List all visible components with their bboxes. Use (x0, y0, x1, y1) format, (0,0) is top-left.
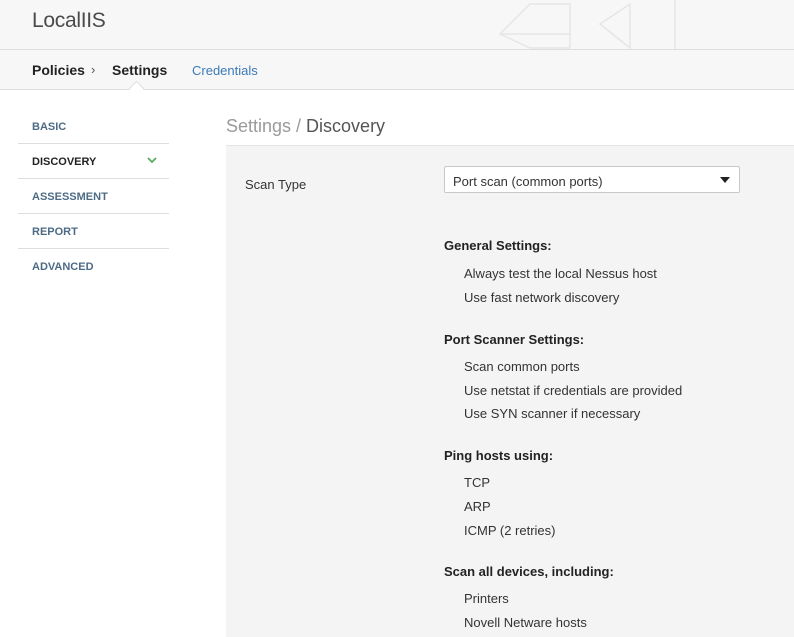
tab-credentials[interactable]: Credentials (192, 63, 258, 78)
sidebar-item-label: DISCOVERY (32, 156, 97, 168)
page-title-prefix: Settings / (226, 116, 307, 136)
header-decoration-graphic (498, 0, 676, 49)
list-item: ICMP (2 retries) (464, 523, 556, 538)
sidebar-item-report[interactable]: REPORT (18, 214, 169, 249)
discovery-details-panel: General Settings: Always test the local … (226, 216, 794, 637)
list-item: TCP (464, 475, 490, 490)
sidebar-item-discovery[interactable]: DISCOVERY (18, 144, 169, 179)
scan-type-row: Scan Type Port scan (common ports) (226, 145, 794, 217)
sidebar-item-advanced[interactable]: ADVANCED (18, 249, 169, 283)
sidebar-item-label: REPORT (32, 226, 78, 238)
list-item: Use SYN scanner if necessary (464, 406, 641, 421)
list-item: Always test the local Nessus host (464, 266, 657, 281)
scan-type-select[interactable]: Port scan (common ports) (444, 166, 740, 193)
list-item: Scan common ports (464, 359, 580, 374)
scan-type-value: Port scan (common ports) (453, 174, 603, 189)
chevron-down-icon (147, 157, 157, 164)
page-title: Settings / Discovery (226, 116, 385, 137)
list-item: Use netstat if credentials are provided (464, 383, 683, 398)
section-heading-port-scanner: Port Scanner Settings: (444, 332, 585, 347)
scan-type-label: Scan Type (245, 177, 307, 192)
sidebar-item-assessment[interactable]: ASSESSMENT (18, 179, 169, 214)
list-item: Novell Netware hosts (464, 615, 587, 630)
sidebar-item-label: ASSESSMENT (32, 191, 108, 203)
settings-sidebar: BASIC DISCOVERY ASSESSMENT REPORT ADVANC… (18, 109, 169, 283)
breadcrumb-separator-icon: › (91, 62, 96, 77)
sidebar-item-label: ADVANCED (32, 261, 94, 273)
app-header: LocalIIS (0, 0, 794, 50)
sidebar-item-basic[interactable]: BASIC (18, 109, 169, 144)
section-heading-scan-devices: Scan all devices, including: (444, 564, 614, 579)
breadcrumb: Policies › Settings Credentials (0, 50, 794, 90)
section-heading-general: General Settings: (444, 238, 552, 253)
list-item: ARP (464, 499, 491, 514)
breadcrumb-policies[interactable]: Policies (32, 62, 85, 78)
list-item: Printers (464, 591, 509, 606)
dropdown-arrow-icon (720, 177, 730, 183)
app-title: LocalIIS (32, 9, 106, 32)
list-item: Use fast network discovery (464, 290, 620, 305)
section-heading-ping-hosts: Ping hosts using: (444, 448, 554, 463)
sidebar-item-label: BASIC (32, 121, 67, 133)
page-title-current: Discovery (306, 116, 386, 136)
breadcrumb-settings[interactable]: Settings (112, 62, 167, 78)
